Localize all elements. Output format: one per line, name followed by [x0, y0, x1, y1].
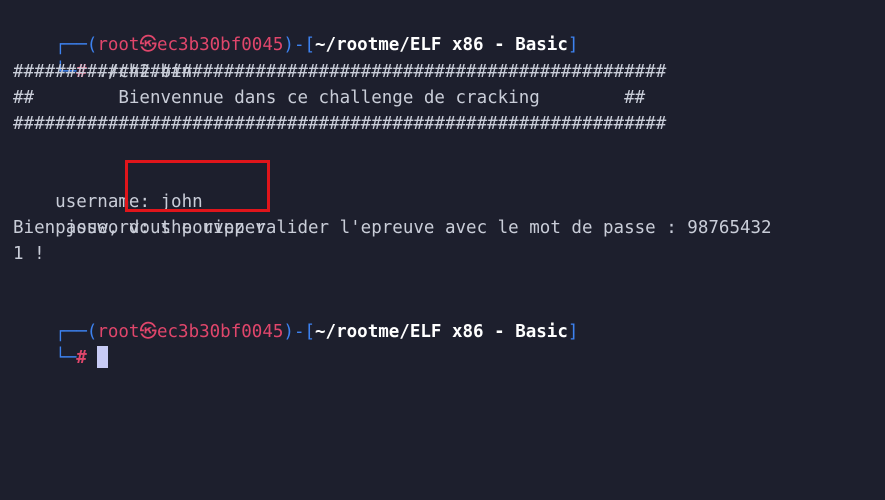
prompt-separator: ㉿: [139, 322, 157, 342]
prompt-path: ~/rootme/ELF x86 - Basic: [315, 35, 568, 55]
prompt-header: ┌──(root㉿ec3b30bf0045)-[~/rootme/ELF x86…: [13, 6, 578, 55]
success-message-wrap: 1 !: [13, 244, 45, 264]
banner-bottom-border: ########################################…: [13, 114, 667, 134]
prompt-bracket-close: ]: [567, 322, 579, 342]
prompt-bracket-open: )-[: [283, 35, 316, 55]
banner-title: ## Bienvennue dans ce challenge de crack…: [13, 88, 646, 108]
prompt-corner-bottom: └─: [55, 348, 77, 368]
prompt-host: ec3b30bf0045: [156, 322, 284, 342]
prompt-hash: #: [76, 348, 87, 368]
terminal-window[interactable]: ┌──(root㉿ec3b30bf0045)-[~/rootme/ELF x86…: [0, 0, 885, 500]
highlight-annotation-box: [125, 160, 270, 212]
prompt-bracket-open: )-[: [283, 322, 316, 342]
prompt-command-line: └─# ./ch2.bin: [13, 33, 192, 82]
prompt-input-line[interactable]: └─#: [13, 319, 109, 368]
prompt-header-2: ┌──(root㉿ec3b30bf0045)-[~/rootme/ELF x86…: [13, 293, 578, 342]
text-cursor[interactable]: [97, 346, 109, 368]
banner-top-border: ########################################…: [13, 62, 667, 82]
prompt-bracket-close: ]: [567, 35, 579, 55]
success-message: Bien joue, vous pouvez valider l'epreuve…: [13, 218, 772, 238]
prompt-path: ~/rootme/ELF x86 - Basic: [315, 322, 568, 342]
